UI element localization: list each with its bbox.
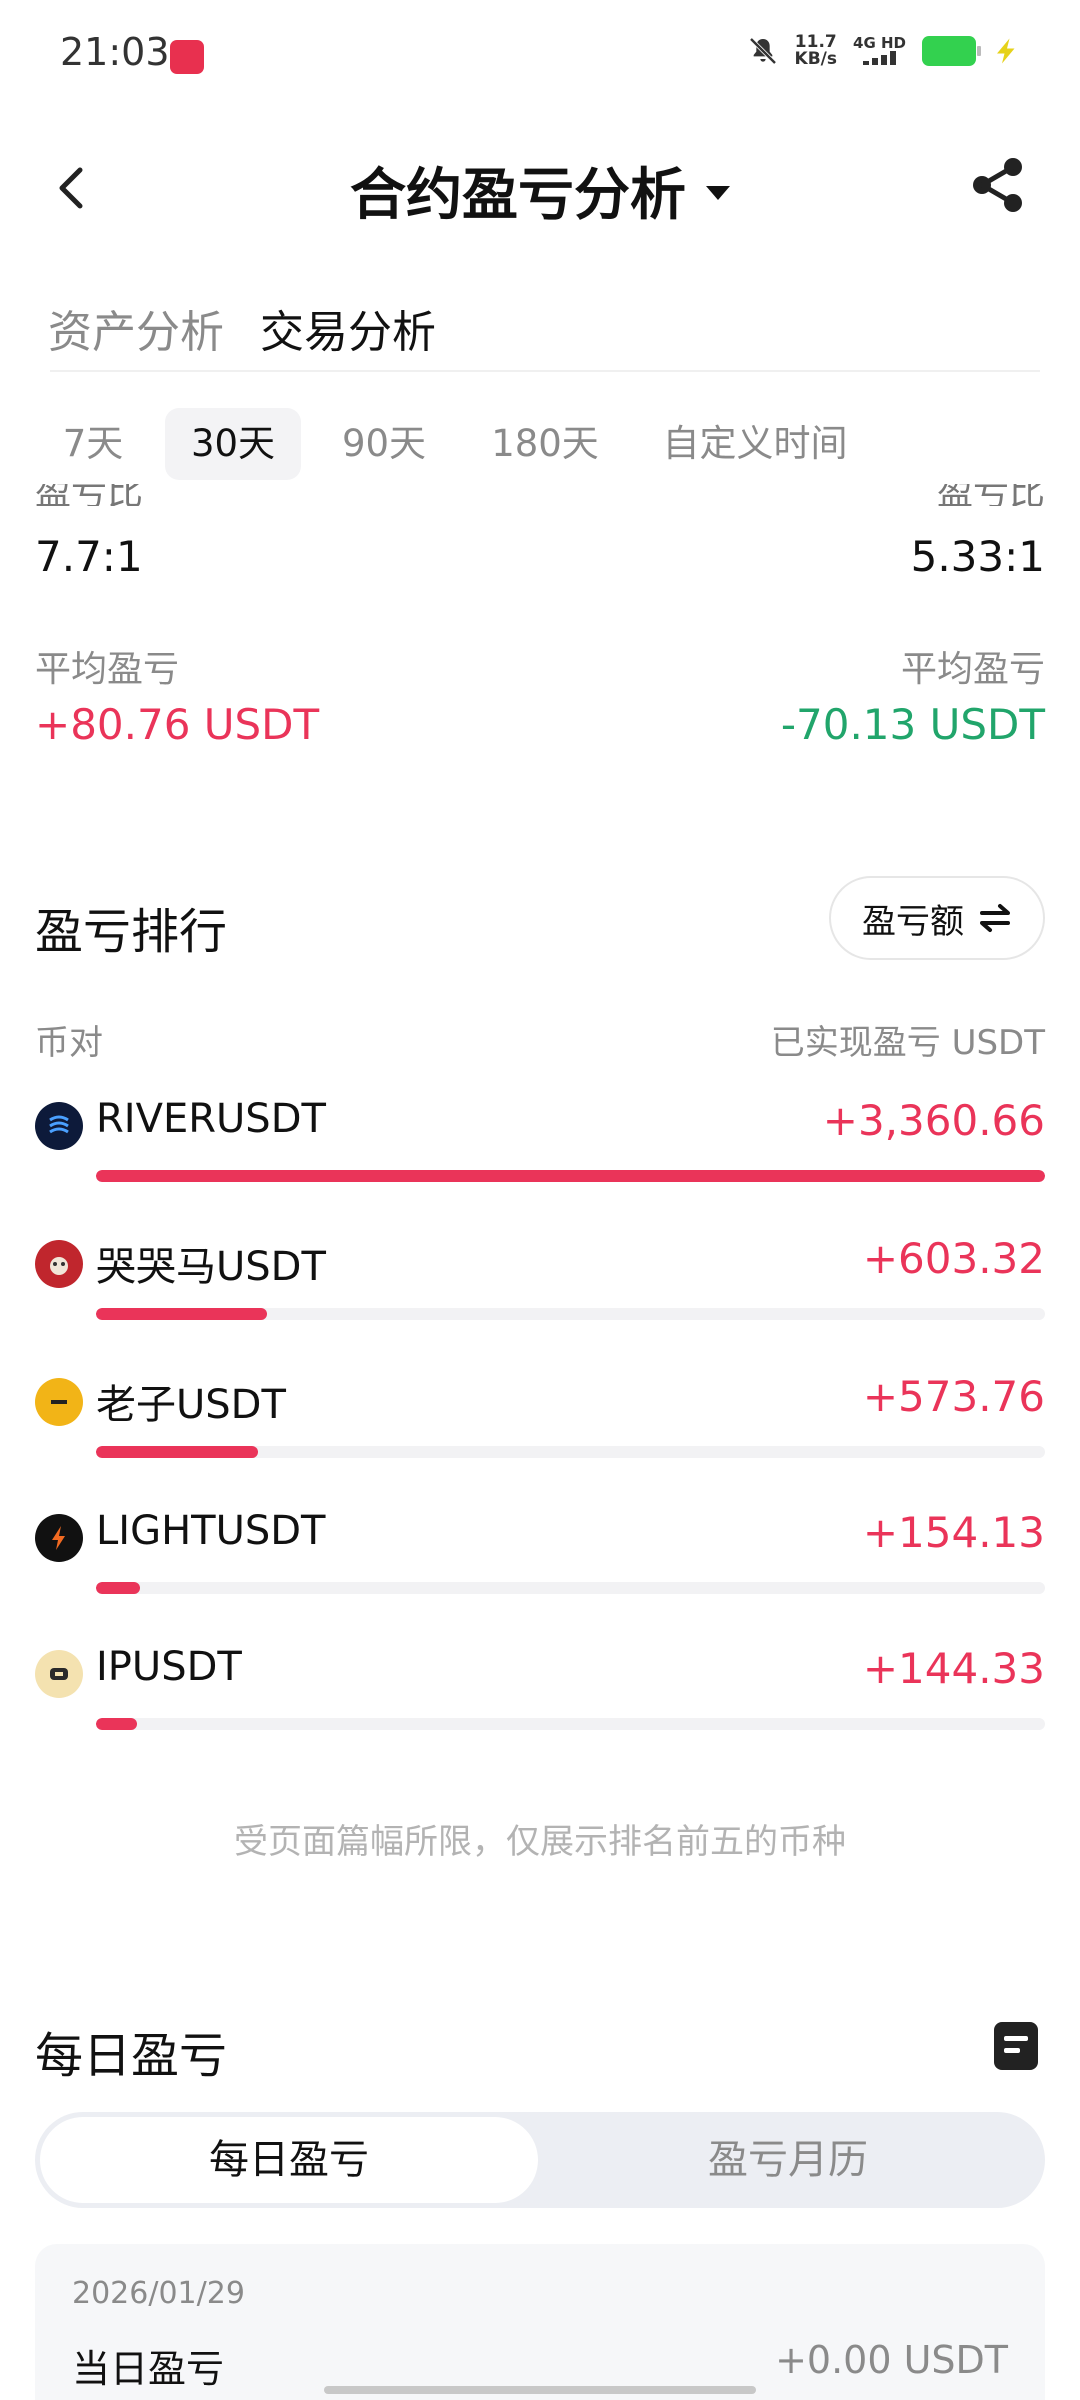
right-avg-value: -70.13 USDT <box>780 700 1045 749</box>
document-icon[interactable] <box>994 2022 1038 2070</box>
river-coin-icon <box>35 1102 83 1150</box>
ranking-note: 受页面篇幅所限，仅展示排名前五的币种 <box>234 1822 846 1862</box>
ranking-title: 盈亏排行 <box>35 904 228 960</box>
coin-name: IPUSDT <box>96 1644 242 1690</box>
tab-trade-analysis[interactable]: 交易分析 <box>260 296 436 360</box>
range-tab-30d[interactable]: 30天 <box>165 408 301 480</box>
rank-row-laozi[interactable]: 老子USDT +573.76 <box>0 1372 1080 1462</box>
range-tab-7d[interactable]: 7天 <box>45 408 141 480</box>
coin-name: 老子USDT <box>96 1382 286 1428</box>
laozi-coin-icon <box>35 1378 83 1426</box>
pnl-bar <box>96 1308 1045 1320</box>
col-head-pair: 币对 <box>35 1023 103 1063</box>
tab-asset-analysis[interactable]: 资产分析 <box>48 296 224 360</box>
range-tab-180d[interactable]: 180天 <box>475 408 615 480</box>
mute-bell-icon <box>749 37 776 65</box>
rank-row-light[interactable]: LIGHTUSDT +154.13 <box>0 1508 1080 1598</box>
left-ratio-value: 7.7:1 <box>35 532 143 581</box>
pnl-bar <box>96 1718 1045 1730</box>
share-icon[interactable] <box>968 155 1028 215</box>
tab-divider <box>50 370 1040 372</box>
col-head-pnl: 已实现盈亏 USDT <box>770 1023 1045 1063</box>
kukuma-coin-icon <box>35 1240 83 1288</box>
ranking-toggle-button[interactable]: 盈亏额 <box>829 876 1045 960</box>
daily-title: 每日盈亏 <box>35 2028 228 2084</box>
left-avg-value: +80.76 USDT <box>35 700 320 749</box>
pnl-bar <box>96 1170 1045 1182</box>
card-value: +0.00 USDT <box>775 2338 1008 2382</box>
pnl-bar-fill <box>96 1582 140 1594</box>
coin-pnl: +154.13 <box>862 1508 1045 1557</box>
coin-pnl: +603.32 <box>862 1234 1045 1283</box>
battery-icon <box>922 36 981 66</box>
swap-icon <box>980 904 1010 932</box>
status-icons: 11.7 KB/s 4G HD <box>747 34 1022 68</box>
pnl-bar <box>96 1446 1045 1458</box>
right-avg-label: 平均盈亏 <box>900 649 1045 690</box>
pnl-bar-fill <box>96 1170 1045 1182</box>
right-ratio-value: 5.33:1 <box>910 532 1045 581</box>
card-date: 2026/01/29 <box>72 2276 245 2311</box>
rank-row-ip[interactable]: IPUSDT +144.33 <box>0 1644 1080 1734</box>
seg-pnl-calendar[interactable]: 盈亏月历 <box>538 2117 1038 2203</box>
left-ratio-label: 盈亏比 <box>35 484 144 506</box>
card-label: 当日盈亏 <box>72 2347 225 2391</box>
coin-name: LIGHTUSDT <box>96 1508 326 1554</box>
range-tab-custom[interactable]: 自定义时间 <box>655 408 855 480</box>
left-avg-label: 平均盈亏 <box>35 649 180 690</box>
status-time: 21:03 <box>60 30 170 74</box>
coin-pnl: +3,360.66 <box>822 1096 1045 1145</box>
pnl-bar-fill <box>96 1446 259 1458</box>
light-coin-icon <box>35 1514 83 1562</box>
coin-pnl: +573.76 <box>862 1372 1045 1421</box>
coin-name: RIVERUSDT <box>96 1096 326 1142</box>
ip-coin-icon <box>35 1650 83 1698</box>
signal-icon: 4G HD <box>853 35 906 68</box>
pnl-bar-fill <box>96 1308 267 1320</box>
coin-pnl: +144.33 <box>862 1644 1045 1693</box>
page-title[interactable]: 合约盈亏分析 <box>0 150 1080 231</box>
caret-down-icon <box>706 185 730 200</box>
seg-daily-pnl[interactable]: 每日盈亏 <box>40 2117 538 2203</box>
pnl-bar <box>96 1582 1045 1594</box>
home-indicator[interactable] <box>324 2386 756 2394</box>
pnl-bar-fill <box>96 1718 137 1730</box>
rank-row-river[interactable]: RIVERUSDT +3,360.66 <box>0 1096 1080 1186</box>
range-tab-90d[interactable]: 90天 <box>324 408 444 480</box>
rank-row-kukuma[interactable]: 哭哭马USDT +603.32 <box>0 1234 1080 1324</box>
charging-icon <box>997 38 1015 64</box>
app-icon <box>170 40 204 74</box>
right-ratio-label: 盈亏比 <box>936 484 1045 506</box>
coin-name: 哭哭马USDT <box>96 1244 326 1290</box>
net-speed: 11.7 KB/s <box>794 32 838 69</box>
